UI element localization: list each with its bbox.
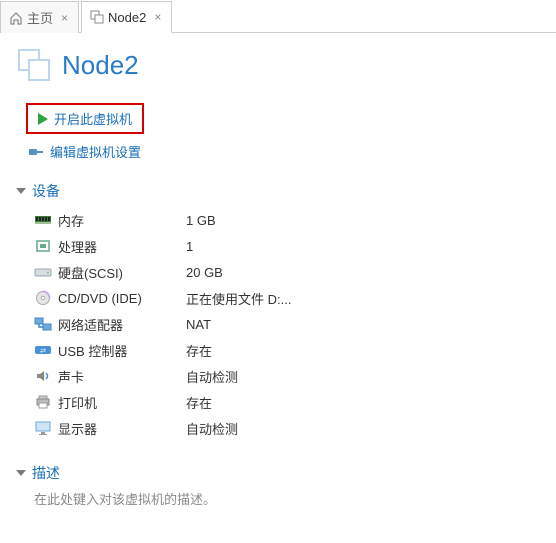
device-label: 硬盘(SCSI) — [58, 263, 186, 282]
net-icon — [34, 317, 52, 331]
device-label: USB 控制器 — [58, 341, 186, 360]
tab-node-label: Node2 — [108, 10, 146, 25]
title-row: Node2 — [16, 33, 540, 101]
device-label: CD/DVD (IDE) — [58, 291, 186, 306]
device-row[interactable]: 处理器1 — [34, 233, 540, 259]
description-placeholder[interactable]: 在此处键入对该虚拟机的描述。 — [34, 489, 540, 508]
devices-section-header[interactable]: 设备 — [16, 181, 540, 201]
device-row[interactable]: 声卡自动检测 — [34, 363, 540, 389]
device-value: 正在使用文件 D:... — [186, 289, 291, 308]
device-label: 声卡 — [58, 367, 186, 386]
wrench-icon — [28, 145, 44, 159]
device-row[interactable]: 硬盘(SCSI)20 GB — [34, 259, 540, 285]
home-icon — [9, 11, 23, 25]
printer-icon — [34, 395, 52, 409]
description-section-label: 描述 — [32, 463, 60, 483]
device-row[interactable]: 显示器自动检测 — [34, 415, 540, 441]
tab-home[interactable]: 主页 × — [0, 1, 79, 33]
device-row[interactable]: CD/DVD (IDE)正在使用文件 D:... — [34, 285, 540, 311]
device-label: 显示器 — [58, 419, 186, 438]
vm-stack-icon — [16, 47, 52, 83]
device-value: 1 — [186, 239, 193, 254]
edit-settings-label: 编辑虚拟机设置 — [50, 142, 141, 161]
device-label: 内存 — [58, 211, 186, 230]
device-row[interactable]: 打印机存在 — [34, 389, 540, 415]
power-on-label: 开启此虚拟机 — [54, 109, 132, 128]
cd-icon — [34, 291, 52, 305]
chevron-down-icon — [16, 188, 26, 194]
edit-settings-button[interactable]: 编辑虚拟机设置 — [28, 142, 540, 161]
device-value: 1 GB — [186, 213, 216, 228]
description-section-header[interactable]: 描述 — [16, 463, 540, 483]
device-row[interactable]: 网络适配器NAT — [34, 311, 540, 337]
vm-stack-icon — [90, 10, 104, 24]
close-icon[interactable]: × — [154, 10, 161, 24]
close-icon[interactable]: × — [61, 11, 68, 25]
device-value: 存在 — [186, 393, 212, 412]
cpu-icon — [34, 239, 52, 253]
device-value: NAT — [186, 317, 211, 332]
sound-icon — [34, 369, 52, 383]
tab-home-label: 主页 — [27, 8, 53, 27]
page-title: Node2 — [62, 50, 139, 81]
device-label: 处理器 — [58, 237, 186, 256]
display-icon — [34, 421, 52, 435]
device-value: 自动检测 — [186, 419, 238, 438]
chevron-down-icon — [16, 470, 26, 476]
device-value: 自动检测 — [186, 367, 238, 386]
device-row[interactable]: 内存1 GB — [34, 207, 540, 233]
play-icon — [38, 113, 48, 125]
devices-section-label: 设备 — [32, 181, 60, 201]
svg-text:⇄: ⇄ — [40, 348, 46, 355]
device-label: 打印机 — [58, 393, 186, 412]
device-row[interactable]: ⇄ USB 控制器存在 — [34, 337, 540, 363]
tab-bar: 主页 × Node2 × — [0, 0, 556, 33]
vm-page: Node2 开启此虚拟机 编辑虚拟机设置 设备 内存1 GB处理器1硬盘(SCS… — [0, 33, 556, 524]
disk-icon — [34, 265, 52, 279]
power-on-highlight: 开启此虚拟机 — [26, 103, 144, 134]
device-value: 20 GB — [186, 265, 223, 280]
device-label: 网络适配器 — [58, 315, 186, 334]
usb-icon: ⇄ — [34, 343, 52, 357]
device-value: 存在 — [186, 341, 212, 360]
power-on-button[interactable]: 开启此虚拟机 — [38, 109, 132, 128]
tab-node[interactable]: Node2 × — [81, 1, 172, 33]
device-list: 内存1 GB处理器1硬盘(SCSI)20 GBCD/DVD (IDE)正在使用文… — [34, 207, 540, 441]
memory-icon — [34, 213, 52, 227]
